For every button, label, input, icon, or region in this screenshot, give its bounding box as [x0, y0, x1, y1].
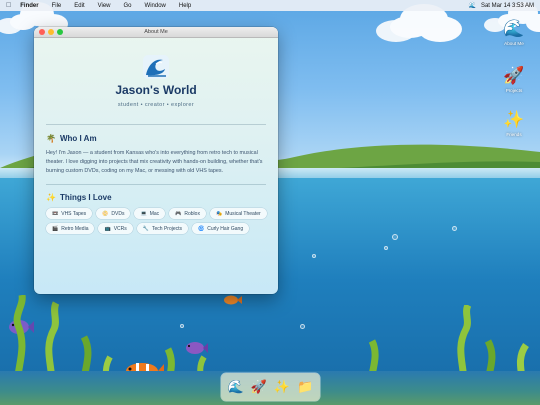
menu-edit[interactable]: Edit	[74, 3, 84, 9]
sparkles-icon: ✨	[503, 110, 525, 129]
window-content: Jason's World student • creator • explor…	[34, 55, 278, 234]
rocket-icon: 🚀	[503, 66, 525, 85]
theater-masks-icon: 🎭	[215, 210, 223, 217]
menu-window[interactable]: Window	[145, 3, 166, 9]
tag-dvds[interactable]: 📀 DVDs	[96, 208, 131, 219]
tag-label: Mac	[149, 210, 160, 217]
wave-icon[interactable]: 🌊	[228, 379, 244, 395]
bubble	[384, 246, 388, 250]
tag-roblox[interactable]: 🎮 Roblox	[169, 208, 206, 219]
tag-label: VHS Tapes	[61, 210, 87, 217]
zoom-button[interactable]	[57, 29, 63, 35]
vhs-icon: 📼	[52, 210, 59, 217]
tag-vhs-tapes[interactable]: 📼 VHS Tapes	[46, 208, 93, 219]
bubble	[452, 226, 457, 231]
menu-finder[interactable]: Finder	[20, 3, 38, 9]
tagline: student • creator • explorer	[117, 102, 195, 108]
window-titlebar[interactable]: About Me	[34, 27, 278, 38]
close-button[interactable]	[39, 29, 45, 35]
cloud	[390, 16, 430, 38]
menu-view[interactable]: View	[98, 3, 111, 9]
sparkles-icon[interactable]: ✨	[274, 379, 290, 395]
divider	[46, 183, 266, 184]
apple-icon[interactable]: 	[6, 2, 11, 9]
tag-label: VCRs	[113, 225, 127, 232]
who-i-am-title: Who I Am	[59, 133, 97, 143]
sparkles-icon: ✨	[46, 193, 56, 202]
bubble	[180, 324, 184, 328]
tag-label: Roblox	[184, 210, 200, 217]
dvd-icon: 📀	[102, 210, 109, 217]
tag-label: Curly Hair Gang	[207, 225, 244, 232]
tag-label: Tech Projects	[152, 225, 183, 232]
wave-icon: 🌊	[503, 19, 525, 38]
things-i-love-title: Things I Love	[59, 193, 112, 202]
tag-label: Retro Media	[61, 225, 89, 232]
tag-label: DVDs	[111, 210, 125, 217]
wave-icon	[143, 55, 169, 79]
bubble	[392, 234, 398, 240]
about-paragraph: Hey! I'm Jason — a student from Kansas w…	[46, 149, 263, 174]
tag-curly-hair-gang[interactable]: 🌀 Curly Hair Gang	[192, 223, 250, 234]
desktop-icon-friends[interactable]: ✨ Friends	[496, 110, 532, 137]
divider	[46, 124, 266, 125]
laptop-icon: 💻	[140, 210, 147, 217]
wave-icon[interactable]: 🌊	[468, 2, 475, 9]
desktop-icon-label: About Me	[504, 41, 524, 46]
clapperboard-icon: 🎬	[52, 225, 59, 232]
tag-musical-theater[interactable]: 🎭 Musical Theater	[209, 208, 267, 219]
who-i-am-heading: 🌴 Who I Am	[46, 134, 266, 143]
game-controller-icon: 🎮	[175, 210, 182, 217]
folder-icon[interactable]: 📁	[297, 379, 313, 395]
tag-label: Musical Theater	[225, 210, 261, 217]
tag-tech-projects[interactable]: 🔧 Tech Projects	[136, 223, 189, 234]
desktop-icon-label: Friends	[506, 132, 522, 137]
tag-vcrs[interactable]: 📺 VCRs	[98, 223, 133, 234]
desktop-icon-projects[interactable]: 🚀 Projects	[496, 66, 532, 93]
rocket-icon[interactable]: 🚀	[251, 379, 267, 395]
wave-logo	[46, 55, 266, 79]
desktop-icon-about-me[interactable]: 🌊 About Me	[496, 19, 532, 46]
menu-bar:  Finder File Edit View Go Window Help 🌊…	[0, 0, 540, 11]
desktop-icon-label: Projects	[505, 88, 523, 93]
menu-help[interactable]: Help	[179, 3, 191, 9]
tag-mac[interactable]: 💻 Mac	[134, 208, 166, 219]
window-title: About Me	[144, 29, 168, 35]
cloud	[10, 14, 36, 30]
bubble	[300, 324, 305, 329]
menu-clock[interactable]: Sat Mar 14 3:53 AM	[481, 3, 534, 9]
menu-file[interactable]: File	[52, 3, 62, 9]
about-me-window: About Me Jason's World student • creator…	[34, 27, 278, 294]
things-i-love-heading: ✨ Things I Love	[46, 193, 266, 202]
window-controls	[34, 29, 63, 35]
swirl-icon: 🌀	[198, 225, 205, 232]
wrench-icon: 🔧	[142, 225, 149, 232]
small-orange-fish	[224, 295, 242, 305]
dock: 🌊 🚀 ✨ 📁	[221, 373, 320, 401]
menu-go[interactable]: Go	[124, 3, 132, 9]
site-title: Jason's World	[115, 83, 197, 97]
menu-status-area: 🌊 Sat Mar 14 3:53 AM	[468, 2, 534, 10]
tag-retro-media[interactable]: 🎬 Retro Media	[46, 223, 95, 234]
bubble	[312, 254, 316, 258]
palm-tree-icon: 🌴	[46, 133, 56, 143]
minimize-button[interactable]	[48, 29, 54, 35]
interest-tags: 📼 VHS Tapes 📀 DVDs 💻 Mac 🎮 Roblox 🎭 Musical T…	[46, 208, 268, 234]
tv-icon: 📺	[104, 225, 111, 232]
